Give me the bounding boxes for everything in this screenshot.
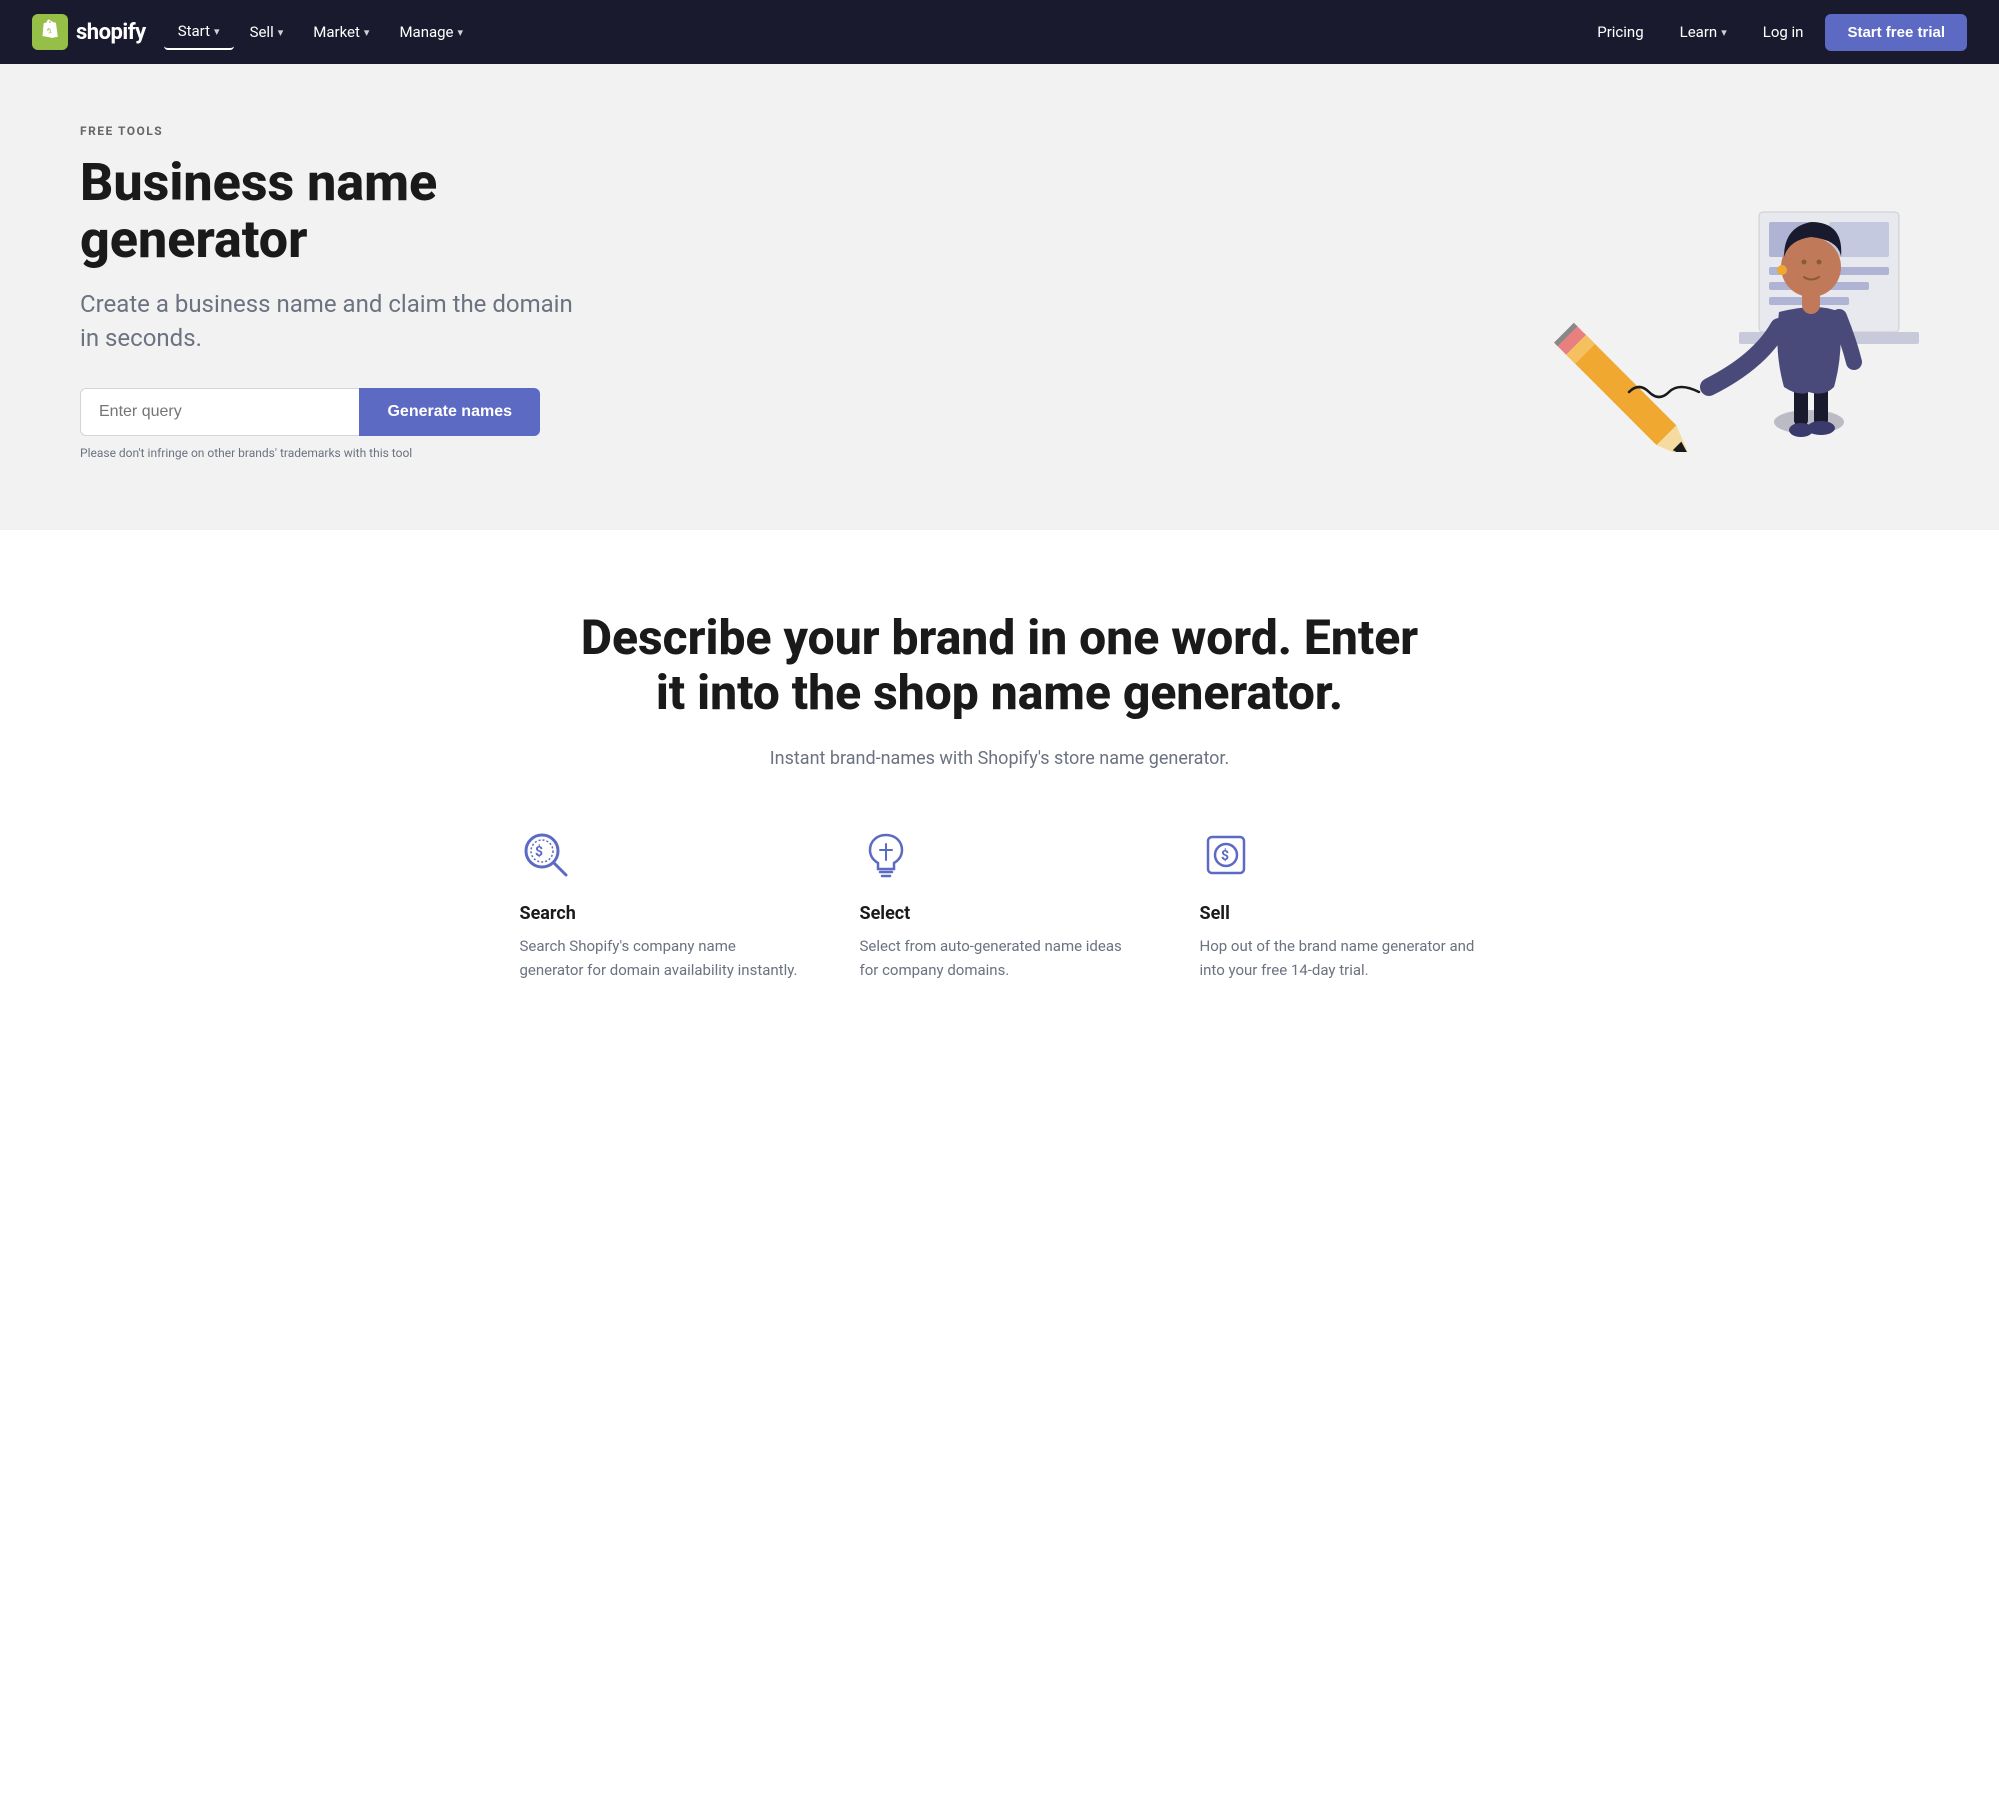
nav-item-sell[interactable]: Sell ▾ — [236, 15, 298, 49]
hero-title: Business name generator — [80, 154, 580, 268]
nav-right: Pricing Learn ▾ Log in Start free trial — [1583, 14, 1967, 51]
feature-sell-title: Sell — [1200, 903, 1480, 924]
generate-names-button[interactable]: Generate names — [359, 388, 540, 436]
query-input[interactable] — [80, 388, 359, 436]
nav-learn-link[interactable]: Learn ▾ — [1666, 15, 1741, 49]
illustration-svg — [1499, 132, 1919, 452]
logo-text: shopify — [76, 20, 146, 45]
section-subtitle: Instant brand-names with Shopify's store… — [40, 748, 1959, 769]
chevron-down-icon: ▾ — [364, 26, 370, 39]
nav-left: shopify Start ▾ Sell ▾ Market ▾ Manage ▾ — [32, 14, 477, 50]
feature-sell: $ Sell Hop out of the brand name generat… — [1200, 829, 1480, 982]
lightbulb-icon — [860, 829, 912, 881]
hero-content: FREE TOOLS Business name generator Creat… — [80, 124, 580, 460]
nav-pricing-link[interactable]: Pricing — [1583, 15, 1657, 49]
nav-item-start[interactable]: Start ▾ — [164, 14, 234, 50]
shopify-logo-icon — [32, 14, 68, 50]
nav-item-manage[interactable]: Manage ▾ — [385, 15, 477, 49]
logo[interactable]: shopify — [32, 14, 146, 50]
search-icon: $ — [520, 829, 572, 881]
hero-label: FREE TOOLS — [80, 124, 580, 138]
feature-search-title: Search — [520, 903, 800, 924]
feature-search: $ Search Search Shopify's company name g… — [520, 829, 800, 982]
describe-section: Describe your brand in one word. Enter i… — [0, 530, 1999, 1122]
nav-item-market[interactable]: Market ▾ — [299, 15, 383, 49]
nav-menu: Start ▾ Sell ▾ Market ▾ Manage ▾ — [164, 14, 477, 50]
feature-search-desc: Search Shopify's company name generator … — [520, 934, 800, 982]
feature-sell-desc: Hop out of the brand name generator and … — [1200, 934, 1480, 982]
navbar: shopify Start ▾ Sell ▾ Market ▾ Manage ▾… — [0, 0, 1999, 64]
hero-form: Generate names — [80, 388, 540, 436]
features-row: $ Search Search Shopify's company name g… — [40, 829, 1959, 1062]
chevron-down-icon: ▾ — [1721, 26, 1727, 39]
svg-text:$: $ — [1221, 847, 1229, 864]
feature-select-title: Select — [860, 903, 1140, 924]
dollar-sign-icon: $ — [1200, 829, 1252, 881]
chevron-down-icon: ▾ — [214, 25, 220, 38]
feature-select-desc: Select from auto-generated name ideas fo… — [860, 934, 1140, 982]
hero-subtitle: Create a business name and claim the dom… — [80, 288, 580, 355]
nav-login-link[interactable]: Log in — [1749, 15, 1818, 49]
feature-select: Select Select from auto-generated name i… — [860, 829, 1140, 982]
start-free-trial-button[interactable]: Start free trial — [1825, 14, 1967, 51]
hero-illustration — [1499, 132, 1919, 452]
hero-disclaimer: Please don't infringe on other brands' t… — [80, 446, 580, 460]
hero-section: FREE TOOLS Business name generator Creat… — [0, 64, 1999, 530]
chevron-down-icon: ▾ — [278, 26, 284, 39]
svg-text:$: $ — [535, 843, 543, 860]
chevron-down-icon: ▾ — [458, 26, 464, 39]
section-main-title: Describe your brand in one word. Enter i… — [570, 610, 1430, 720]
